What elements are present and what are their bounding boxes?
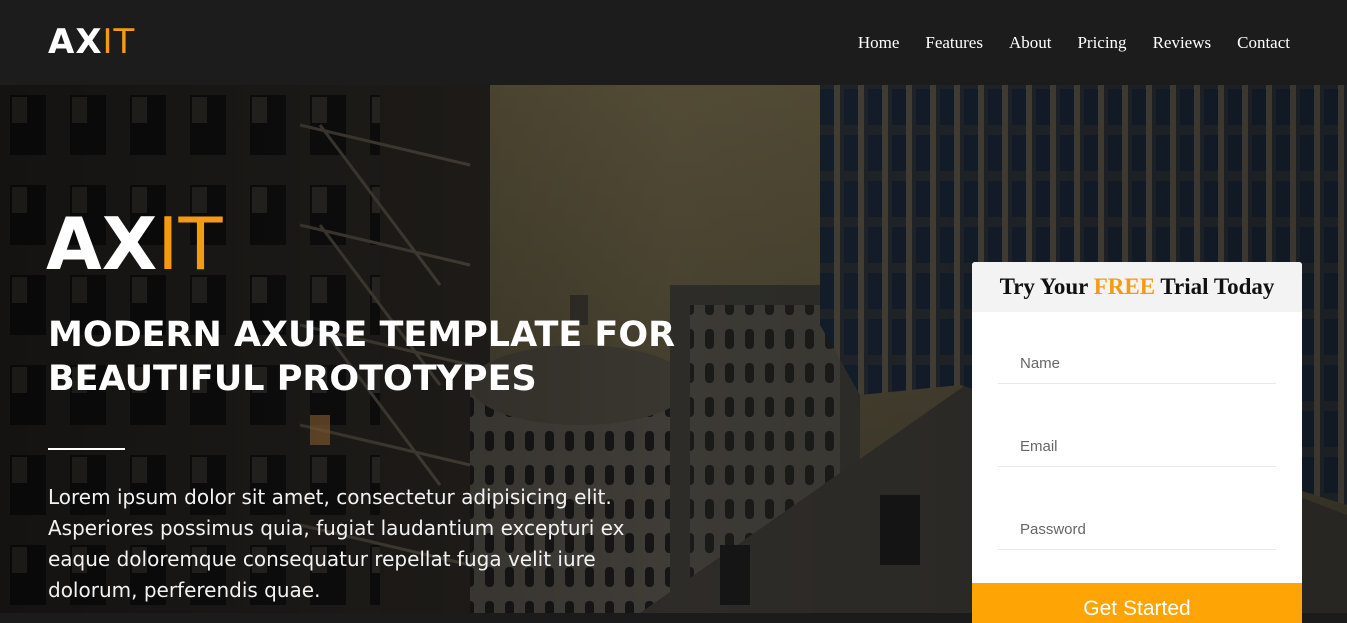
password-field[interactable] [998, 510, 1276, 550]
name-field[interactable] [998, 344, 1276, 384]
logo-text-accent: IT [102, 22, 136, 62]
hero-headline: MODERN AXURE TEMPLATE FOR BEAUTIFUL PROTO… [48, 313, 688, 401]
hero-logo-text-accent: IT [157, 202, 223, 286]
title-prefix: Try Your [999, 274, 1094, 299]
nav-features[interactable]: Features [925, 33, 983, 53]
signup-card-title: Try Your FREE Trial Today [972, 262, 1302, 312]
headline-line-1: MODERN AXURE TEMPLATE FOR [48, 315, 676, 355]
signup-card: Try Your FREE Trial Today Get Started [972, 262, 1302, 623]
main-nav: Home Features About Pricing Reviews Cont… [832, 33, 1290, 53]
get-started-button[interactable]: Get Started [972, 583, 1302, 623]
nav-pricing[interactable]: Pricing [1077, 33, 1126, 53]
headline-divider [48, 448, 125, 450]
brand-logo[interactable]: AXIT [48, 22, 135, 62]
logo-text-primary: AX [48, 22, 103, 62]
title-highlight: FREE [1093, 274, 1156, 299]
nav-home[interactable]: Home [858, 33, 900, 53]
nav-contact[interactable]: Contact [1237, 33, 1290, 53]
top-navbar: AXIT Home Features About Pricing Reviews… [0, 0, 1347, 85]
hero-logo-text-primary: AX [46, 202, 158, 286]
headline-line-2: BEAUTIFUL PROTOTYPES [48, 359, 537, 399]
hero-description: Lorem ipsum dolor sit amet, consectetur … [48, 485, 625, 602]
nav-about[interactable]: About [1009, 33, 1052, 53]
nav-reviews[interactable]: Reviews [1153, 33, 1212, 53]
email-field[interactable] [998, 427, 1276, 467]
title-suffix: Trial Today [1155, 274, 1275, 299]
hero-logo: AXIT [46, 205, 222, 283]
